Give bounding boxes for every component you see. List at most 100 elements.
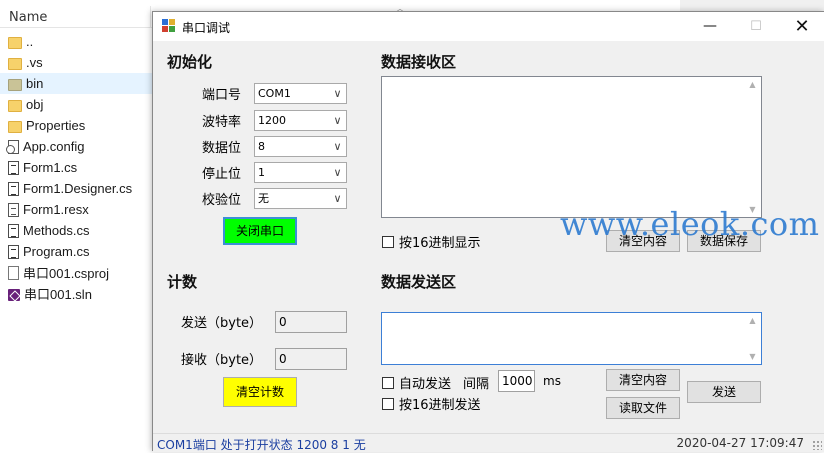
auto-send-checkbox[interactable] [382, 376, 394, 389]
name-column-header[interactable]: Name [0, 6, 160, 28]
close-button[interactable]: ✕ [779, 12, 824, 41]
file-name: .. [26, 34, 34, 49]
file-item-obj[interactable]: obj [0, 94, 152, 115]
resx-file-icon [8, 202, 19, 217]
hex-send-option[interactable]: 按16进制发送 [382, 394, 481, 413]
interval-unit: ms [543, 374, 561, 388]
hex-send-checkbox[interactable] [382, 397, 394, 410]
port-status-text: COM1端口 处于打开状态 1200 8 1 无 [157, 438, 366, 452]
scroll-up-icon: ▲ [749, 316, 756, 325]
file-name: obj [26, 97, 44, 112]
databits-label: 数据位 [202, 141, 242, 156]
file-item-sln[interactable]: 串口001.sln [0, 283, 152, 304]
chevron-down-icon: ∨ [333, 87, 342, 100]
csproj-file-icon [8, 265, 19, 280]
receive-textarea[interactable]: ▲ ▼ [381, 76, 762, 218]
hex-display-checkbox[interactable] [382, 235, 394, 248]
port-label: 端口号 [202, 88, 242, 103]
hex-display-option[interactable]: 按16进制显示 [382, 232, 481, 251]
file-name: Form1.cs [23, 160, 78, 175]
folder-icon [8, 78, 22, 91]
app-icon [162, 19, 176, 33]
chevron-down-icon: ∨ [333, 140, 342, 153]
column-divider[interactable] [150, 6, 151, 28]
file-item-csproj[interactable]: 串口001.csproj [0, 262, 152, 283]
config-file-icon [6, 139, 19, 154]
hex-send-label: 按16进制发送 [399, 398, 481, 413]
file-name: 串口001.sln [24, 287, 92, 302]
file-name: Properties [26, 118, 86, 133]
cs-file-icon [8, 244, 19, 259]
file-name: bin [26, 76, 44, 91]
cs-file-icon [8, 160, 19, 175]
file-item-parent[interactable]: .. [0, 31, 152, 52]
file-item-program[interactable]: Program.cs [0, 241, 152, 262]
interval-input[interactable]: 1000 [498, 370, 535, 392]
maximize-button[interactable]: ☐ [733, 12, 779, 41]
auto-send-label: 自动发送 [399, 377, 452, 392]
clear-send-button[interactable]: 清空内容 [606, 369, 680, 391]
send-count-field: 0 [275, 311, 347, 333]
baud-select-value: 1200 [258, 114, 286, 127]
file-item-form1-designer[interactable]: Form1.Designer.cs [0, 178, 152, 199]
send-button[interactable]: 发送 [687, 381, 761, 403]
file-name: Program.cs [23, 244, 90, 259]
close-port-button[interactable]: 关闭串口 [223, 217, 297, 245]
file-name: .vs [26, 55, 43, 70]
stopbits-label: 停止位 [202, 167, 242, 182]
folder-icon [8, 36, 22, 49]
receive-scrollbar[interactable]: ▲ ▼ [745, 78, 760, 216]
file-item-methods[interactable]: Methods.cs [0, 220, 152, 241]
file-name: Form1.Designer.cs [23, 181, 133, 196]
parity-select[interactable]: 无 ∨ [254, 188, 347, 209]
file-item-properties[interactable]: Properties [0, 115, 152, 136]
stopbits-select-value: 1 [258, 166, 265, 179]
baud-select[interactable]: 1200 ∨ [254, 110, 347, 131]
file-name: 串口001.csproj [23, 266, 109, 281]
folder-icon [8, 57, 22, 70]
cs-file-icon [8, 223, 19, 238]
folder-icon [8, 99, 22, 112]
sln-file-icon [8, 288, 20, 301]
send-count-label: 发送（byte） [181, 316, 263, 331]
minimize-button[interactable]: — [687, 12, 733, 41]
status-bar: COM1端口 处于打开状态 1200 8 1 无 2020-04-27 17:0… [153, 433, 824, 452]
file-name: App.config [23, 139, 85, 154]
receive-section-title: 数据接收区 [381, 53, 457, 71]
chevron-down-icon: ∨ [333, 114, 342, 127]
scroll-down-icon: ▼ [749, 352, 756, 361]
baud-label: 波特率 [202, 115, 242, 130]
send-scrollbar[interactable]: ▲ ▼ [745, 314, 760, 363]
chevron-down-icon: ∨ [333, 166, 342, 179]
scroll-up-icon: ▲ [749, 80, 756, 89]
databits-select[interactable]: 8 ∨ [254, 136, 347, 157]
send-textarea[interactable]: ▲ ▼ [381, 312, 762, 365]
port-select-value: COM1 [258, 87, 291, 100]
title-bar[interactable]: 串口调试 — ☐ ✕ [153, 12, 824, 41]
resize-grip-icon[interactable] [812, 440, 822, 450]
name-column-label: Name [9, 10, 48, 25]
cs-file-icon [8, 181, 19, 196]
port-select[interactable]: COM1 ∨ [254, 83, 347, 104]
clear-count-button[interactable]: 清空计数 [223, 377, 297, 407]
recv-count-label: 接收（byte） [181, 353, 263, 368]
auto-send-option[interactable]: 自动发送 [382, 373, 451, 392]
count-section-title: 计数 [167, 273, 198, 291]
hex-display-label: 按16进制显示 [399, 236, 481, 251]
read-file-button[interactable]: 读取文件 [606, 397, 680, 419]
file-name: Methods.cs [23, 223, 90, 238]
send-section-title: 数据发送区 [381, 273, 457, 291]
file-item-bin[interactable]: bin [0, 73, 152, 94]
recv-count-field: 0 [275, 348, 347, 370]
stopbits-select[interactable]: 1 ∨ [254, 162, 347, 183]
parity-label: 校验位 [202, 193, 242, 208]
file-item-form1-resx[interactable]: Form1.resx [0, 199, 152, 220]
interval-label: 间隔 [463, 377, 490, 392]
file-item-app-config[interactable]: App.config [0, 136, 152, 157]
databits-select-value: 8 [258, 140, 265, 153]
file-list: .. .vs bin obj Properties App.config For… [0, 31, 152, 304]
file-item-vs[interactable]: .vs [0, 52, 152, 73]
file-item-form1-cs[interactable]: Form1.cs [0, 157, 152, 178]
init-section-title: 初始化 [167, 53, 213, 71]
file-name: Form1.resx [23, 202, 89, 217]
